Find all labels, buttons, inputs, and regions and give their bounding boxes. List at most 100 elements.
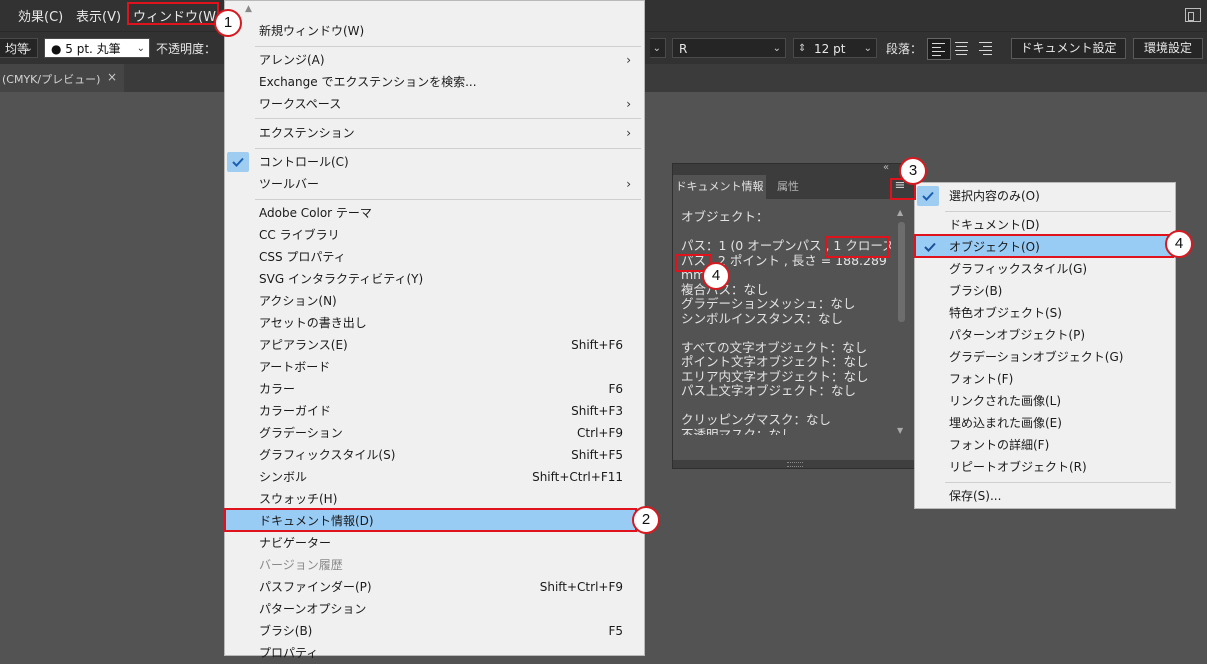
- menu-item-control[interactable]: コントロール(C): [259, 151, 641, 173]
- font-family-dropdown-edge[interactable]: ⌄: [650, 38, 666, 58]
- menu-item-svg-interactivity[interactable]: SVG インタラクティビティ(Y): [259, 268, 641, 290]
- opacity-label: 不透明度：: [156, 42, 217, 56]
- font-size-field[interactable]: ⇕ 12 pt ⌄: [793, 38, 877, 58]
- menu-item-pathfinder[interactable]: パスファインダー(P) Shift+Ctrl+F9: [259, 576, 641, 598]
- chevron-down-icon: ⌄: [24, 43, 33, 54]
- chevron-right-icon: ›: [626, 53, 631, 67]
- shortcut-label: Ctrl+F9: [577, 426, 623, 440]
- menu-item-appearance[interactable]: アピアランス(E) Shift+F6: [259, 334, 641, 356]
- scroll-up-icon[interactable]: ▲: [897, 208, 903, 217]
- flyout-item-spot-color-objects[interactable]: 特色オブジェクト(S): [949, 302, 1171, 324]
- menu-item-new-window[interactable]: 新規ウィンドウ(W): [259, 20, 641, 42]
- flyout-item-font-details[interactable]: フォントの詳細(F): [949, 434, 1171, 456]
- shortcut-label: F5: [608, 624, 623, 638]
- menu-separator: [255, 118, 641, 119]
- flyout-item-save[interactable]: 保存(S)...: [949, 485, 1171, 507]
- menu-item-css-properties[interactable]: CSS プロパティ: [259, 246, 641, 268]
- tab-document-info[interactable]: ドキュメント情報: [673, 175, 766, 199]
- flyout-item-selection-only[interactable]: 選択内容のみ(O): [949, 185, 1171, 207]
- brush-value: ● 5 pt. 丸筆: [51, 42, 121, 56]
- collapse-icon[interactable]: «: [883, 162, 889, 173]
- panel-resize-bar[interactable]: [673, 460, 914, 468]
- flyout-item-linked-images[interactable]: リンクされた画像(L): [949, 390, 1171, 412]
- document-settings-button[interactable]: ドキュメント設定: [1011, 38, 1126, 59]
- menu-item-color-guide[interactable]: カラーガイド Shift+F3: [259, 400, 641, 422]
- align-right-icon[interactable]: [975, 38, 997, 58]
- stroke-profile-dropdown[interactable]: 均等 ⌄: [0, 38, 38, 58]
- menu-item-properties[interactable]: プロパティ: [259, 642, 641, 664]
- menu-item-adobe-color[interactable]: Adobe Color テーマ: [259, 202, 641, 224]
- menu-item-brushes[interactable]: ブラシ(B) F5: [259, 620, 641, 642]
- scroll-up-icon[interactable]: ▲: [245, 4, 252, 14]
- menu-view[interactable]: 表示(V): [76, 6, 121, 25]
- paragraph-label: 段落：: [886, 42, 923, 56]
- brush-dropdown[interactable]: ● 5 pt. 丸筆 ⌄: [44, 38, 150, 58]
- menu-item-toolbar[interactable]: ツールバー ›: [259, 173, 641, 195]
- menu-effect[interactable]: 効果(C): [18, 6, 63, 25]
- callout-badge-4-panel: 4: [702, 262, 730, 290]
- callout-box-window-menu: [127, 2, 219, 25]
- menu-item-color[interactable]: カラー F6: [259, 378, 641, 400]
- document-tab-label: (CMYK/プレビュー): [2, 73, 101, 86]
- shortcut-label: Shift+Ctrl+F11: [532, 470, 623, 484]
- menu-item-arrange[interactable]: アレンジ(A) ›: [259, 49, 641, 71]
- font-size-value: 12 pt: [814, 42, 846, 56]
- document-tab[interactable]: (CMYK/プレビュー) ×: [0, 64, 124, 92]
- menu-item-asset-export[interactable]: アセットの書き出し: [259, 312, 641, 334]
- callout-box-document-info: [224, 508, 637, 532]
- panel-title-strip[interactable]: «: [673, 162, 914, 175]
- menu-separator: [255, 148, 641, 149]
- checkmark-icon: [227, 152, 249, 172]
- tab-attributes[interactable]: 属性: [777, 175, 799, 199]
- callout-badge-3: 3: [899, 157, 927, 185]
- panel-tabs: ドキュメント情報 属性 ≡: [673, 175, 914, 199]
- scroll-down-icon[interactable]: ▼: [897, 426, 903, 435]
- window-menu: ▲ 新規ウィンドウ(W) アレンジ(A) › Exchange でエクステンション…: [224, 0, 645, 660]
- grip-icon[interactable]: [787, 462, 803, 467]
- chevron-right-icon: ›: [626, 126, 631, 140]
- menu-item-version-history: バージョン履歴: [259, 558, 343, 572]
- flyout-item-gradient-objects[interactable]: グラデーションオブジェクト(G): [949, 346, 1171, 368]
- menu-item-actions[interactable]: アクション(N): [259, 290, 641, 312]
- font-style-value: R: [679, 42, 688, 56]
- menu-item-swatches[interactable]: スウォッチ(H): [259, 488, 641, 510]
- menu-item-gradient[interactable]: グラデーション Ctrl+F9: [259, 422, 641, 444]
- flyout-item-fonts[interactable]: フォント(F): [949, 368, 1171, 390]
- menu-item-graphic-styles[interactable]: グラフィックスタイル(S) Shift+F5: [259, 444, 641, 466]
- menu-item-navigator[interactable]: ナビゲーター: [259, 532, 641, 554]
- menu-item-exchange[interactable]: Exchange でエクステンションを検索...: [259, 71, 641, 93]
- callout-badge-4-flyout: 4: [1165, 230, 1193, 258]
- panel-toggle-icon[interactable]: [1185, 8, 1201, 22]
- font-style-dropdown[interactable]: R ⌄: [672, 38, 786, 58]
- shortcut-label: F6: [608, 382, 623, 396]
- menu-separator: [255, 199, 641, 200]
- menu-separator: [945, 211, 1171, 212]
- flyout-item-document[interactable]: ドキュメント(D): [949, 214, 1171, 236]
- scrollbar-thumb[interactable]: [898, 222, 905, 322]
- align-center-icon[interactable]: [951, 38, 973, 58]
- menu-item-artboards[interactable]: アートボード: [259, 356, 641, 378]
- chevron-down-icon: ⌄: [136, 43, 145, 54]
- menu-item-workspace[interactable]: ワークスペース ›: [259, 93, 641, 115]
- menu-item-cc-libraries[interactable]: CC ライブラリ: [259, 224, 641, 246]
- flyout-item-repeat-objects[interactable]: リピートオブジェクト(R): [949, 456, 1171, 478]
- flyout-item-graphic-styles[interactable]: グラフィックスタイル(G): [949, 258, 1171, 280]
- panel-flyout-menu: 選択内容のみ(O) ドキュメント(D) オブジェクト(O) グラフィックスタイル…: [914, 182, 1176, 509]
- callout-box-closed-path: [825, 236, 889, 258]
- preferences-button[interactable]: 環境設定: [1133, 38, 1203, 59]
- menu-item-symbols[interactable]: シンボル Shift+Ctrl+F11: [259, 466, 641, 488]
- flyout-item-pattern-objects[interactable]: パターンオブジェクト(P): [949, 324, 1171, 346]
- align-left-icon[interactable]: [927, 38, 951, 60]
- document-info-panel: « ドキュメント情報 属性 ≡ オブジェクト： パス：1 (0 オープンパス ,…: [672, 162, 915, 469]
- stepper-icon[interactable]: ⇕: [798, 39, 806, 59]
- checkmark-icon: [917, 186, 939, 206]
- menu-item-extensions[interactable]: エクステンション ›: [259, 122, 641, 144]
- menu-item-pattern-options[interactable]: パターンオプション: [259, 598, 641, 620]
- flyout-item-embedded-images[interactable]: 埋め込まれた画像(E): [949, 412, 1171, 434]
- shortcut-label: Shift+Ctrl+F9: [539, 580, 623, 594]
- shortcut-label: Shift+F5: [571, 448, 623, 462]
- close-icon[interactable]: ×: [107, 70, 117, 84]
- panel-scrollbar[interactable]: ▲ ▼: [897, 208, 906, 438]
- chevron-right-icon: ›: [626, 97, 631, 111]
- flyout-item-brushes[interactable]: ブラシ(B): [949, 280, 1171, 302]
